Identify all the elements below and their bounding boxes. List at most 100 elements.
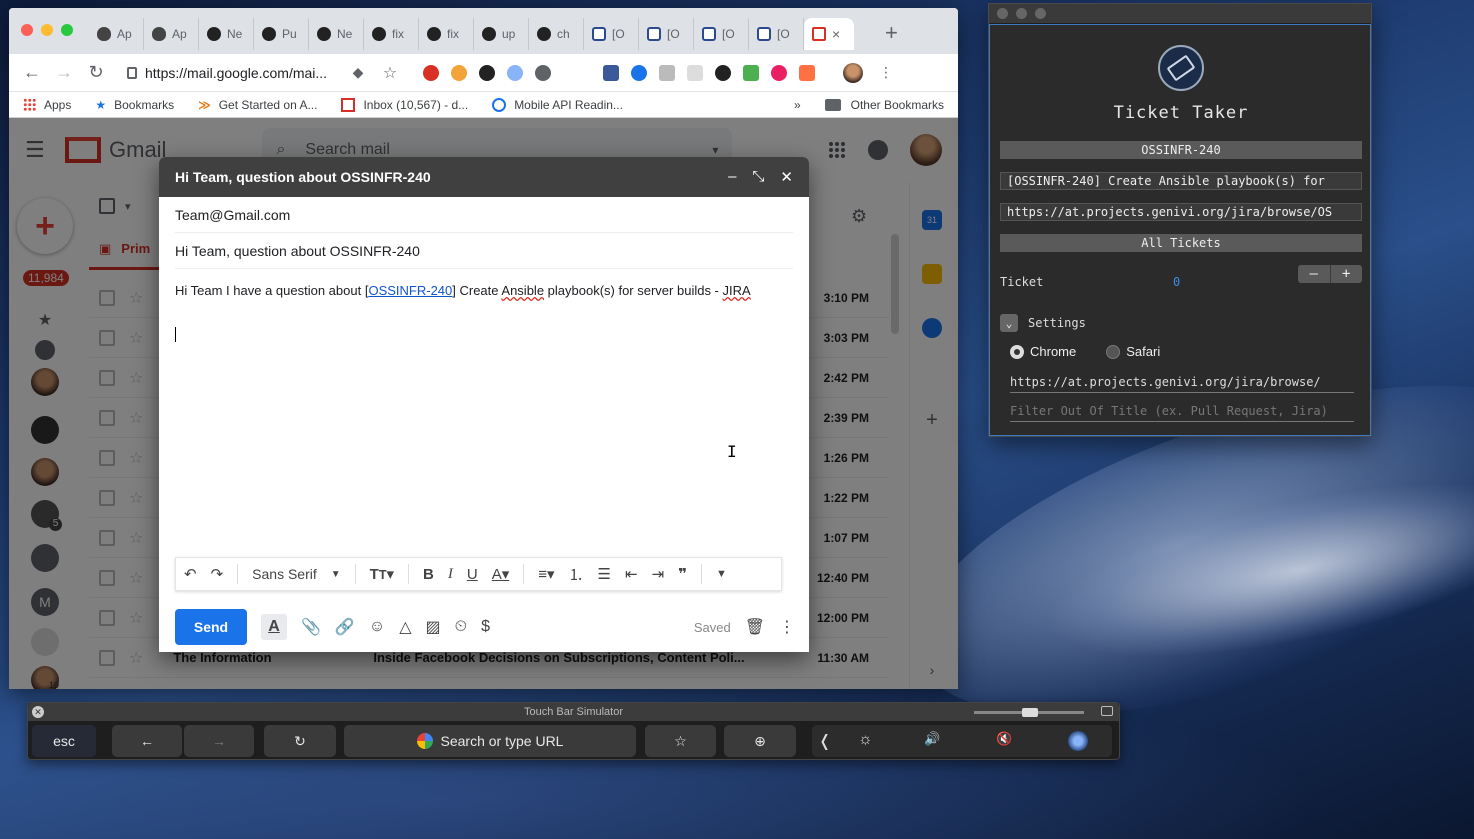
bookmark-get-started[interactable]: ≫ Get Started on A... [198,98,317,112]
formatting-options-icon[interactable]: A [261,614,287,640]
tab-11[interactable]: [O [694,18,749,50]
quote-icon[interactable]: ❞ [678,565,687,583]
subject-field[interactable]: Hi Team, question about OSSINFR-240 [175,233,793,269]
tab-8[interactable]: ch [529,18,584,50]
zoom-window-button[interactable] [61,24,73,36]
back-arrow-icon[interactable]: ← [112,725,182,757]
minimize-window-button[interactable] [1016,8,1027,19]
extension-fox-icon[interactable] [799,64,815,81]
opacity-slider[interactable] [974,708,1084,717]
radio-safari[interactable]: Safari [1106,344,1160,359]
insert-link-icon[interactable]: 🔗 [335,617,355,637]
extension-video-icon[interactable] [631,64,647,81]
collapse-strip-icon[interactable]: ❬ [818,731,831,751]
emoji-icon[interactable]: ☺ [369,618,385,636]
decrement-button[interactable]: — [1298,265,1331,283]
ticket-link[interactable]: OSSINFR-240 [368,283,452,298]
extension-k-icon[interactable] [687,64,703,81]
radio-chrome[interactable]: Chrome [1010,344,1076,359]
back-arrow-icon[interactable]: ← [21,62,43,83]
bookmark-inbox[interactable]: Inbox (10,567) - d... [341,97,468,112]
more-formatting-icon[interactable]: ▼ [716,568,727,580]
extension-github-icon[interactable] [715,64,731,81]
extension-window-icon[interactable] [603,64,619,81]
screenshot-camera-icon[interactable] [1101,706,1113,716]
font-size-icon[interactable]: TT▾ [370,565,394,583]
bookmark-bookmarks[interactable]: ★ Bookmarks [95,98,174,112]
extension-color-icon[interactable] [771,64,787,81]
ticket-url-field[interactable]: https://at.projects.genivi.org/jira/brow… [1000,203,1362,221]
extension-braces-icon[interactable] [743,64,759,81]
extension-cookie-icon[interactable] [451,64,467,81]
discard-draft-icon[interactable]: 🗑 [745,617,765,637]
bookmark-apps[interactable]: Apps [23,98,71,112]
forward-arrow-icon[interactable]: → [184,725,254,757]
filter-title-input[interactable]: Filter Out Of Title (ex. Pull Request, J… [1010,404,1354,422]
drive-icon[interactable]: △ [399,617,411,637]
esc-key[interactable]: esc [32,725,96,757]
close-tab-icon[interactable]: × [832,26,840,42]
all-tickets-button[interactable]: All Tickets [1000,234,1362,252]
reload-icon[interactable]: ↻ [85,62,107,83]
text-color-icon[interactable]: A▾ [492,565,510,583]
more-options-icon[interactable]: ⋮ [779,617,795,637]
close-icon[interactable]: ✕ [780,168,793,186]
numbered-list-icon[interactable]: ⒈ [569,564,584,585]
bookmark-star-icon[interactable]: ☆ [645,725,716,757]
settings-toggle[interactable]: ⌄ Settings [1000,314,1086,332]
forward-arrow-icon[interactable]: → [53,62,75,83]
extension-grey-icon[interactable] [659,64,675,81]
font-family-select[interactable]: Sans Serif ▼ [252,566,341,582]
tab-3[interactable]: Pu [254,18,309,50]
brightness-icon[interactable]: ☼ [858,731,873,749]
increment-button[interactable]: + [1331,265,1363,283]
redo-icon[interactable]: ↷ [211,565,224,583]
italic-icon[interactable]: I [448,566,453,583]
tab-4[interactable]: Ne [309,18,364,50]
base-url-input[interactable]: https://at.projects.genivi.org/jira/brow… [1010,375,1354,393]
extension-red-icon[interactable] [423,64,439,81]
volume-icon[interactable]: 🔊 [924,731,940,747]
tab-1[interactable]: Ap [144,18,199,50]
search-or-url-button[interactable]: Search or type URL [344,725,636,757]
close-window-button[interactable] [997,8,1008,19]
ticket-id-button[interactable]: OSSINFR-240 [1000,141,1362,159]
extension-gear-icon[interactable] [535,64,551,81]
message-body[interactable]: Hi Team I have a question about [OSSINFR… [159,269,809,299]
extension-blue-icon[interactable] [507,64,523,81]
new-tab-icon[interactable]: ⊕ [724,725,796,757]
new-tab-button[interactable]: + [885,20,898,46]
tab-2[interactable]: Ne [199,18,254,50]
tab-6[interactable]: fix [419,18,474,50]
bookmark-mobile-api[interactable]: Mobile API Readin... [492,97,623,112]
address-bar[interactable]: https://mail.google.com/mai... [127,65,337,81]
other-bookmarks[interactable]: Other Bookmarks [851,98,944,112]
minimize-icon[interactable]: ‒ [728,168,736,186]
siri-icon[interactable] [1068,731,1088,751]
indent-more-icon[interactable]: ⇥ [652,565,665,583]
tab-9[interactable]: [O [584,18,639,50]
undo-icon[interactable]: ↶ [184,565,197,583]
ticket-taker-titlebar[interactable] [989,4,1371,24]
chrome-menu-icon[interactable]: ⋮ [875,64,897,81]
profile-avatar[interactable] [843,62,863,83]
touch-bar-titlebar[interactable]: ✕ Touch Bar Simulator [28,703,1119,721]
reload-icon[interactable]: ↻ [264,725,336,757]
tab-0[interactable]: Ap [89,18,144,50]
exit-fullscreen-icon[interactable]: ⤡ [752,168,764,186]
bookmarks-overflow-icon[interactable]: » [794,98,801,112]
align-icon[interactable]: ≡▾ [538,565,554,583]
tab-5[interactable]: fix [364,18,419,50]
tab-7[interactable]: up [474,18,529,50]
send-button[interactable]: Send [175,609,247,645]
extension-panda-icon[interactable] [479,64,495,81]
bookmark-star-icon[interactable]: ☆ [379,63,401,83]
close-window-button[interactable] [21,24,33,36]
recipients-field[interactable]: Team@Gmail.com [175,197,793,233]
tab-12[interactable]: [O [749,18,804,50]
minimize-window-button[interactable] [41,24,53,36]
zoom-window-button[interactable] [1035,8,1046,19]
attach-file-icon[interactable]: 📎 [301,617,321,637]
compose-header[interactable]: Hi Team, question about OSSINFR-240 ‒ ⤡ … [159,157,809,197]
close-icon[interactable]: ✕ [32,706,44,718]
